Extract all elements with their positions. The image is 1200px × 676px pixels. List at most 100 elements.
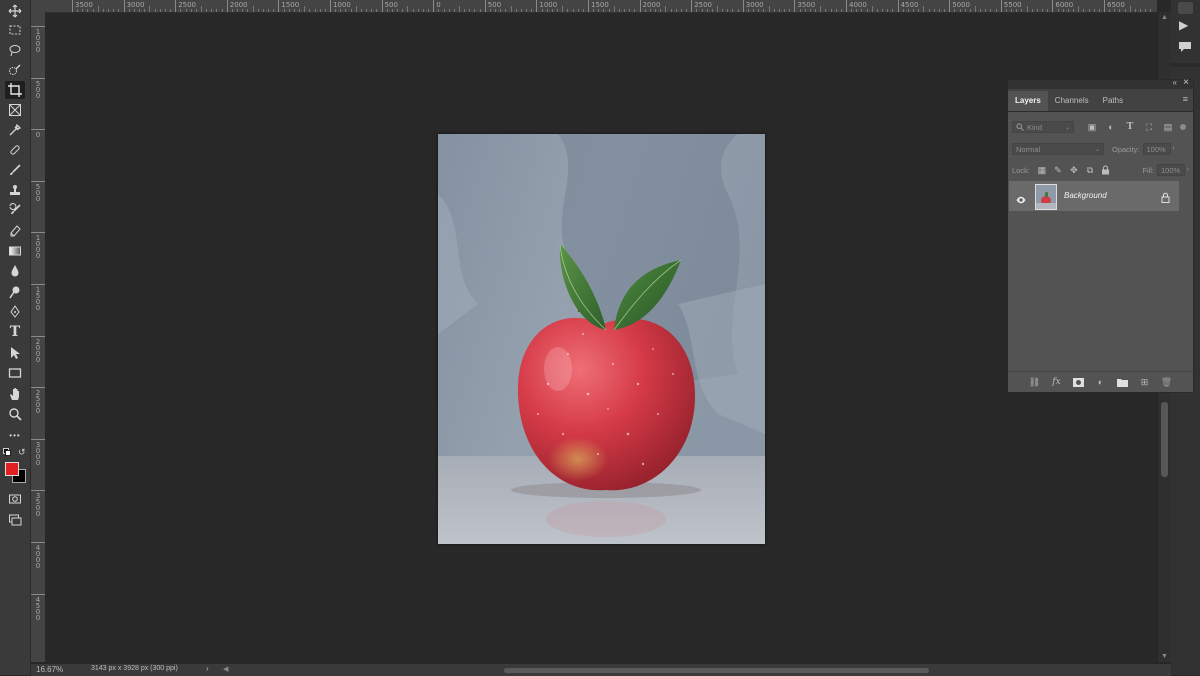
ruler-minor-tick bbox=[422, 9, 424, 12]
ruler-minor-tick bbox=[1021, 9, 1023, 12]
ruler-minor-tick bbox=[531, 9, 533, 12]
ruler-minor-tick bbox=[562, 6, 564, 12]
tab-layers[interactable]: Layers bbox=[1008, 91, 1048, 111]
lock-transparent-pixels-icon[interactable]: ▦ bbox=[1036, 164, 1048, 176]
horizontal-scroll-thumb[interactable] bbox=[504, 668, 929, 673]
screen-mode-icon[interactable] bbox=[5, 511, 25, 529]
gradient-tool-icon[interactable] bbox=[5, 242, 25, 260]
ruler-label: 1000 bbox=[539, 1, 558, 9]
new-layer-icon[interactable]: ⊞ bbox=[1139, 376, 1151, 388]
blur-tool-icon[interactable] bbox=[5, 262, 25, 280]
rectangle-tool-icon[interactable] bbox=[5, 364, 25, 382]
ruler-minor-tick bbox=[768, 6, 770, 12]
fill-chevron-icon[interactable]: › bbox=[1187, 167, 1189, 173]
path-selection-tool-icon[interactable] bbox=[5, 344, 25, 362]
ruler-minor-tick bbox=[959, 9, 961, 12]
layer-style-fx-icon[interactable]: fx bbox=[1051, 376, 1063, 388]
eraser-tool-icon[interactable] bbox=[5, 221, 25, 239]
healing-brush-tool-icon[interactable] bbox=[5, 141, 25, 159]
ruler-minor-tick bbox=[1057, 9, 1059, 12]
more-tools-icon[interactable]: ••• bbox=[5, 427, 25, 445]
ruler-minor-tick bbox=[82, 9, 84, 12]
ruler-label: 3000 bbox=[126, 1, 145, 9]
history-brush-tool-icon[interactable] bbox=[5, 201, 25, 219]
scroll-up-icon[interactable]: ▲ bbox=[1161, 14, 1168, 21]
layer-row-background[interactable]: Background bbox=[1009, 181, 1179, 211]
ruler-minor-tick bbox=[649, 9, 651, 12]
type-tool-icon[interactable]: T bbox=[5, 323, 25, 341]
quick-selection-tool-icon[interactable] bbox=[5, 61, 25, 79]
clone-stamp-tool-icon[interactable] bbox=[5, 181, 25, 199]
document-info: 3143 px x 3928 px (300 ppi) bbox=[91, 665, 178, 672]
zoom-level[interactable]: 16.67% bbox=[36, 665, 63, 674]
hand-tool-icon[interactable] bbox=[5, 385, 25, 403]
ruler-minor-tick bbox=[577, 9, 579, 12]
default-colors-icon[interactable] bbox=[3, 448, 11, 456]
eye-icon[interactable] bbox=[1016, 191, 1026, 209]
marquee-tool-icon[interactable] bbox=[5, 21, 25, 39]
ruler-label: 3000 bbox=[35, 440, 41, 467]
ruler-minor-tick bbox=[572, 9, 574, 12]
pen-tool-icon[interactable] bbox=[5, 303, 25, 321]
adjustment-filter-icon[interactable]: ◐ bbox=[1105, 121, 1117, 133]
tab-paths[interactable]: Paths bbox=[1096, 91, 1130, 111]
ruler-minor-tick bbox=[820, 6, 822, 12]
ruler-minor-tick bbox=[149, 6, 151, 12]
opacity-chevron-icon[interactable]: › bbox=[1173, 146, 1175, 152]
scroll-down-icon[interactable]: ▼ bbox=[1161, 653, 1168, 660]
lock-position-icon[interactable]: ✥ bbox=[1068, 164, 1080, 176]
ruler-minor-tick bbox=[995, 9, 997, 12]
blend-mode-dropdown[interactable]: Normal ⌄ bbox=[1012, 143, 1104, 155]
ruler-minor-tick bbox=[87, 9, 89, 12]
panel-menu-icon[interactable]: ≡ bbox=[1183, 94, 1188, 104]
crop-tool-icon[interactable] bbox=[5, 81, 25, 99]
fill-field[interactable]: 100% bbox=[1157, 164, 1185, 176]
ruler-major-tick bbox=[31, 335, 45, 337]
zoom-tool-icon[interactable] bbox=[5, 405, 25, 423]
panel-collapse-double-arrow-icon[interactable]: « bbox=[1173, 78, 1177, 87]
smart-object-filter-icon[interactable]: ▤ bbox=[1162, 121, 1174, 133]
pixel-filter-icon[interactable]: ▣ bbox=[1086, 121, 1098, 133]
eyedropper-tool-icon[interactable] bbox=[5, 121, 25, 139]
new-group-icon[interactable] bbox=[1117, 376, 1129, 388]
brush-tool-icon[interactable] bbox=[5, 161, 25, 179]
tab-channels[interactable]: Channels bbox=[1048, 91, 1096, 111]
quick-mask-icon[interactable] bbox=[5, 490, 25, 508]
link-layers-icon[interactable]: ⛓ bbox=[1029, 376, 1041, 388]
status-menu-arrow[interactable]: › bbox=[206, 664, 209, 673]
kind-filter-dropdown[interactable]: Kind ⌄ bbox=[1012, 121, 1074, 133]
ruler-label: 2500 bbox=[35, 389, 41, 416]
opacity-field[interactable]: 100% bbox=[1142, 143, 1171, 155]
ruler-minor-tick bbox=[732, 9, 734, 12]
move-tool-icon[interactable] bbox=[5, 2, 25, 20]
lock-artboard-icon[interactable]: ⧉ bbox=[1084, 164, 1096, 176]
ruler-label: 6000 bbox=[1055, 1, 1074, 9]
layer-name[interactable]: Background bbox=[1064, 191, 1107, 200]
shape-filter-icon[interactable]: ⛶ bbox=[1143, 121, 1155, 133]
filter-toggle-icon[interactable] bbox=[1180, 124, 1186, 130]
add-mask-icon[interactable] bbox=[1073, 376, 1085, 388]
comments-icon[interactable] bbox=[1178, 40, 1192, 59]
frame-tool-icon[interactable] bbox=[5, 101, 25, 119]
lock-all-icon[interactable] bbox=[1100, 164, 1112, 176]
panel-collapse-icon[interactable] bbox=[1178, 2, 1193, 14]
swap-colors-icon[interactable]: ↺ bbox=[18, 447, 26, 458]
scroll-left-icon[interactable]: ◀ bbox=[223, 665, 228, 673]
delete-layer-icon[interactable]: 🗑 bbox=[1161, 376, 1173, 388]
document-image[interactable] bbox=[438, 134, 765, 544]
ruler-minor-tick bbox=[835, 9, 837, 12]
play-icon[interactable]: ▶ bbox=[1179, 18, 1188, 32]
dodge-tool-icon[interactable] bbox=[5, 283, 25, 301]
ruler-minor-tick bbox=[938, 9, 940, 12]
ruler-minor-tick bbox=[882, 9, 884, 12]
ruler-label: 2000 bbox=[229, 1, 248, 9]
lasso-tool-icon[interactable] bbox=[5, 41, 25, 59]
lock-label: Lock: bbox=[1012, 165, 1030, 175]
vertical-scroll-thumb[interactable] bbox=[1161, 402, 1168, 477]
lock-image-pixels-icon[interactable]: ✎ bbox=[1052, 164, 1064, 176]
foreground-color-swatch[interactable] bbox=[5, 462, 19, 476]
adjustment-layer-icon[interactable]: ◐ bbox=[1095, 376, 1107, 388]
ruler-minor-tick bbox=[557, 9, 559, 12]
panel-close-icon[interactable]: × bbox=[1183, 77, 1189, 88]
type-filter-icon[interactable]: T bbox=[1124, 121, 1136, 133]
